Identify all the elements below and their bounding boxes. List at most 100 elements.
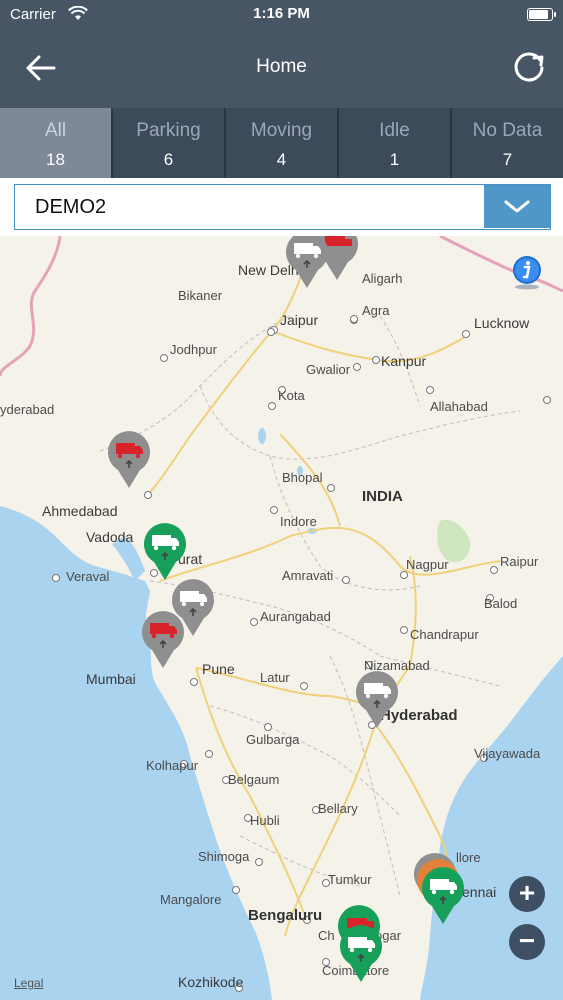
tab-label: All <box>44 120 67 141</box>
battery-icon <box>527 8 556 21</box>
status-time: 1:16 PM <box>253 5 310 22</box>
tab-no-data[interactable]: No Data 7 <box>452 108 563 178</box>
city-dot <box>490 566 498 574</box>
info-button[interactable] <box>509 254 545 290</box>
city-label: Agra <box>362 303 390 318</box>
city-dot <box>543 396 551 404</box>
city-dot <box>300 682 308 690</box>
tab-label: No Data <box>472 120 543 141</box>
group-select[interactable]: DEMO2 <box>14 184 551 230</box>
city-label: Bengaluru <box>248 907 323 924</box>
page-title: Home <box>256 56 307 77</box>
plus-icon: + <box>518 877 536 908</box>
city-label: Nagpur <box>406 557 449 572</box>
city-label: Mangalore <box>160 892 222 907</box>
tab-moving[interactable]: Moving 4 <box>226 108 339 178</box>
city-label: Lucknow <box>474 315 530 331</box>
refresh-button[interactable] <box>509 48 549 88</box>
city-label: Bikaner <box>178 288 223 303</box>
city-label: INDIA <box>362 488 403 505</box>
city-label: Vijayawada <box>474 746 541 761</box>
city-label: Aurangabad <box>260 609 331 624</box>
vehicle-marker[interactable] <box>352 666 402 730</box>
city-dot <box>144 491 152 499</box>
city-label: Kolhapur <box>146 758 199 773</box>
city-label: Gwalior <box>306 362 351 377</box>
city-label: Jodhpur <box>170 342 217 357</box>
city-dot <box>232 886 240 894</box>
city-dot <box>205 750 213 758</box>
tab-label: Parking <box>136 120 201 141</box>
city-label: Kozhikode <box>178 974 244 990</box>
city-label: Gulbarga <box>246 732 300 747</box>
tab-label: Moving <box>250 120 313 141</box>
city-dot <box>264 723 272 731</box>
city-dot <box>342 576 350 584</box>
city-label: Chandrapur <box>410 627 479 642</box>
city-label: Raipur <box>500 554 539 569</box>
vehicle-marker[interactable] <box>336 920 386 984</box>
city-dot <box>353 363 361 371</box>
vehicle-marker[interactable] <box>104 426 154 490</box>
info-icon <box>513 256 541 290</box>
vehicle-marker[interactable] <box>138 606 188 670</box>
tab-count: 7 <box>502 150 513 169</box>
city-dot <box>160 354 168 362</box>
city-dot <box>268 402 276 410</box>
status-bar: Carrier 1:16 PM <box>0 0 563 30</box>
city-dot <box>372 356 380 364</box>
city-label: Kanpur <box>381 353 427 369</box>
city-label: Ahmedabad <box>42 503 118 519</box>
city-label: Vadoda <box>86 529 134 545</box>
city-label: Bhopal <box>282 470 323 485</box>
city-label: Amravati <box>282 568 334 583</box>
tab-count: 1 <box>389 150 400 169</box>
city-label: Mumbai <box>86 671 136 687</box>
chevron-down-icon[interactable] <box>484 185 550 228</box>
city-label: Pune <box>202 661 235 677</box>
city-dot <box>327 484 335 492</box>
city-label: Hubli <box>250 813 280 828</box>
city-label: Veraval <box>66 569 110 584</box>
city-label: Kota <box>278 388 305 403</box>
tab-idle[interactable]: Idle 1 <box>339 108 452 178</box>
group-select-value: DEMO2 <box>35 196 107 218</box>
city-label: Indore <box>280 514 317 529</box>
city-label: yderabad <box>0 402 55 417</box>
city-dot <box>400 626 408 634</box>
city-label: Shimoga <box>198 849 250 864</box>
legal-link[interactable]: Legal <box>14 976 43 990</box>
tab-count: 4 <box>276 150 287 169</box>
tab-count: 18 <box>46 150 65 169</box>
city-dot <box>350 315 358 323</box>
status-filter-tabs: All 18 Parking 6 Moving 4 Idle 1 No Data… <box>0 108 563 178</box>
tab-label: Idle <box>379 120 410 141</box>
zoom-out-button[interactable]: − <box>509 924 545 960</box>
vehicle-marker[interactable] <box>282 236 332 290</box>
city-dot <box>462 330 470 338</box>
tab-count: 6 <box>163 150 174 169</box>
city-dot <box>270 506 278 514</box>
minus-icon: − <box>518 925 536 956</box>
map-view[interactable]: New Delhi Aligarh Bikaner Jaipur Agra Lu… <box>0 236 563 1000</box>
city-label: Bellary <box>318 801 358 816</box>
city-label: Allahabad <box>430 399 488 414</box>
city-label: Aligarh <box>362 271 403 286</box>
city-label: Tumkur <box>328 872 372 887</box>
city-dot <box>400 571 408 579</box>
app-header: Carrier 1:16 PM Home <box>0 0 563 108</box>
city-label: Belgaum <box>228 772 280 787</box>
city-dot <box>250 618 258 626</box>
tab-all[interactable]: All 18 <box>0 108 113 178</box>
vehicle-marker[interactable] <box>140 518 190 582</box>
city-label: Ch <box>318 928 335 943</box>
refresh-icon <box>514 52 544 82</box>
city-label: Balod <box>484 596 518 611</box>
city-label: Latur <box>260 670 290 685</box>
vehicle-marker[interactable] <box>418 862 468 926</box>
zoom-in-button[interactable]: + <box>509 876 545 912</box>
city-dot <box>190 678 198 686</box>
tab-parking[interactable]: Parking 6 <box>113 108 226 178</box>
city-dot <box>52 574 60 582</box>
city-label: Jaipur <box>280 312 319 328</box>
